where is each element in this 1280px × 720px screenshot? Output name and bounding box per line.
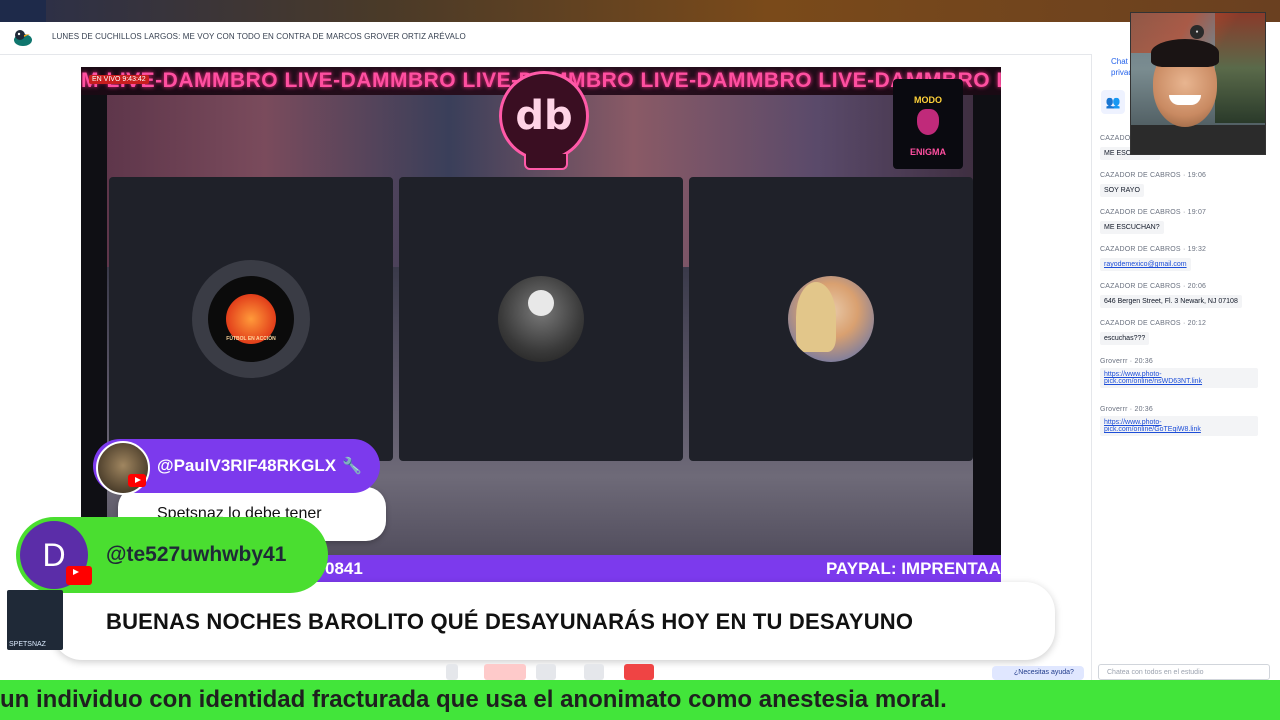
- webcam-shirt: [1131, 125, 1265, 154]
- avatar-portrait: [796, 282, 836, 352]
- youtube-icon: [66, 566, 92, 585]
- people-icon[interactable]: 👥: [1101, 90, 1125, 114]
- help-button[interactable]: ¿Necesitas ayuda?: [992, 666, 1084, 680]
- chat-message-meta: Groverrr · 20:36: [1100, 406, 1153, 413]
- featured-comment-text: BUENAS NOCHES BAROLITO QUÉ DESAYUNARÁS H…: [106, 609, 914, 634]
- webcam-hair: [1151, 39, 1219, 67]
- comment-author: @PaulV3RIF48RKGLX: [157, 456, 337, 475]
- leave-button[interactable]: [624, 664, 654, 680]
- chat-message: CAZADOR DE CABROS · 20:12 escuchas???: [1100, 320, 1265, 345]
- broadcast-title: LUNES DE CUCHILLOS LARGOS: ME VOY CON TO…: [52, 32, 466, 41]
- chat-message-meta: CAZADOR DE CABROS · 19:07: [1100, 209, 1207, 216]
- youtube-icon: [128, 474, 146, 487]
- chat-message: Groverrr · 20:36 https://www.photo-pick.…: [1100, 406, 1265, 436]
- chat-message-meta: Groverrr · 20:36: [1100, 358, 1153, 365]
- camera-button[interactable]: [484, 664, 526, 680]
- mic-button[interactable]: [446, 664, 458, 680]
- chat-message-text: escuchas???: [1100, 332, 1150, 345]
- stage-left-edge: [81, 67, 107, 582]
- settings-button[interactable]: [584, 664, 604, 680]
- participant-avatar-woman: [788, 276, 874, 362]
- live-timer-badge: EN VIVO 9:43:42: [89, 75, 149, 84]
- chat-message-link[interactable]: https://www.photo-pick.com/online/GoTEqi…: [1100, 416, 1258, 436]
- participant-tile-2[interactable]: [399, 177, 683, 461]
- chat-message-text: SOY RAYO: [1100, 184, 1144, 197]
- avatar-label: FÚTBOL EN ACCIÓN: [226, 336, 276, 342]
- camera-icon: ●: [1190, 25, 1204, 39]
- ticker-right-text: PAYPAL: IMPRENTAA: [825, 559, 1001, 578]
- webcam-overlay: ●: [1130, 12, 1266, 155]
- chat-message-text: ME ESCUCHAN?: [1100, 221, 1164, 234]
- webcam-smile: [1169, 95, 1201, 105]
- backstage-tile[interactable]: SPETSNAZ: [7, 590, 63, 650]
- chat-message-meta: CAZADOR DE CABROS · 19:06: [1100, 172, 1207, 179]
- chat-message: CAZADOR DE CABROS · 19:06 SOY RAYO: [1100, 172, 1265, 197]
- share-screen-button[interactable]: [536, 664, 556, 680]
- chat-message-meta: CAZADOR DE CABROS · 20:12: [1100, 320, 1207, 327]
- skull-icon: [528, 290, 554, 316]
- participant-avatar-skull: [498, 276, 584, 362]
- chat-message-link[interactable]: https://www.photo-pick.com/online/nsWD63…: [1100, 368, 1258, 388]
- ticker-left-text: 0841: [325, 559, 363, 578]
- modo-logo-bottom-text: ENIGMA: [910, 147, 946, 157]
- chat-message: CAZADOR DE CABROS · 19:32 rayodemexico@g…: [1100, 246, 1265, 271]
- duck-logo-icon[interactable]: [12, 28, 36, 48]
- chat-input[interactable]: Chatea con todos en el estudio: [1098, 664, 1270, 680]
- chat-message: CAZADOR DE CABROS · 19:07 ME ESCUCHAN?: [1100, 209, 1265, 234]
- participant-avatar-futbol: FÚTBOL EN ACCIÓN: [208, 276, 294, 362]
- featured-comment-author: @te527uwhwby41: [106, 543, 287, 566]
- chat-message-text: 646 Bergen Street, Fl. 3 Newark, NJ 0710…: [1100, 295, 1242, 308]
- chat-message-meta: CAZADOR DE CABROS · 20:06: [1100, 283, 1207, 290]
- backstage-tile-label: SPETSNAZ: [9, 641, 46, 648]
- modo-logo-top-text: MODO: [914, 95, 942, 105]
- db-skull-logo: db: [499, 71, 589, 170]
- wrench-icon: 🔧: [342, 458, 362, 475]
- modo-enigma-logo: MODO ENIGMA: [893, 79, 963, 169]
- studio-header: LUNES DE CUCHILLOS LARGOS: ME VOY CON TO…: [0, 22, 1130, 55]
- chat-message-link[interactable]: rayodemexico@gmail.com: [1100, 258, 1191, 271]
- db-logo-text: db: [515, 93, 573, 139]
- bottom-text-ticker: un individuo con identidad fracturada qu…: [0, 680, 1280, 720]
- chat-message: Groverrr · 20:36 https://www.photo-pick.…: [1100, 358, 1265, 388]
- mask-icon: [917, 109, 939, 135]
- bottom-ticker-text: un individuo con identidad fracturada qu…: [0, 686, 947, 713]
- participant-tile-3[interactable]: [689, 177, 973, 461]
- participant-tile-1[interactable]: FÚTBOL EN ACCIÓN: [109, 177, 393, 461]
- chat-message: CAZADOR DE CABROS · 20:06 646 Bergen Str…: [1100, 283, 1265, 308]
- skull-teeth: [524, 154, 568, 170]
- chat-message-meta: CAZADOR DE CABROS · 19:32: [1100, 246, 1207, 253]
- browser-top-strip: [0, 0, 1280, 22]
- stage-right-edge: [973, 67, 1001, 582]
- top-strip-block: [0, 0, 46, 22]
